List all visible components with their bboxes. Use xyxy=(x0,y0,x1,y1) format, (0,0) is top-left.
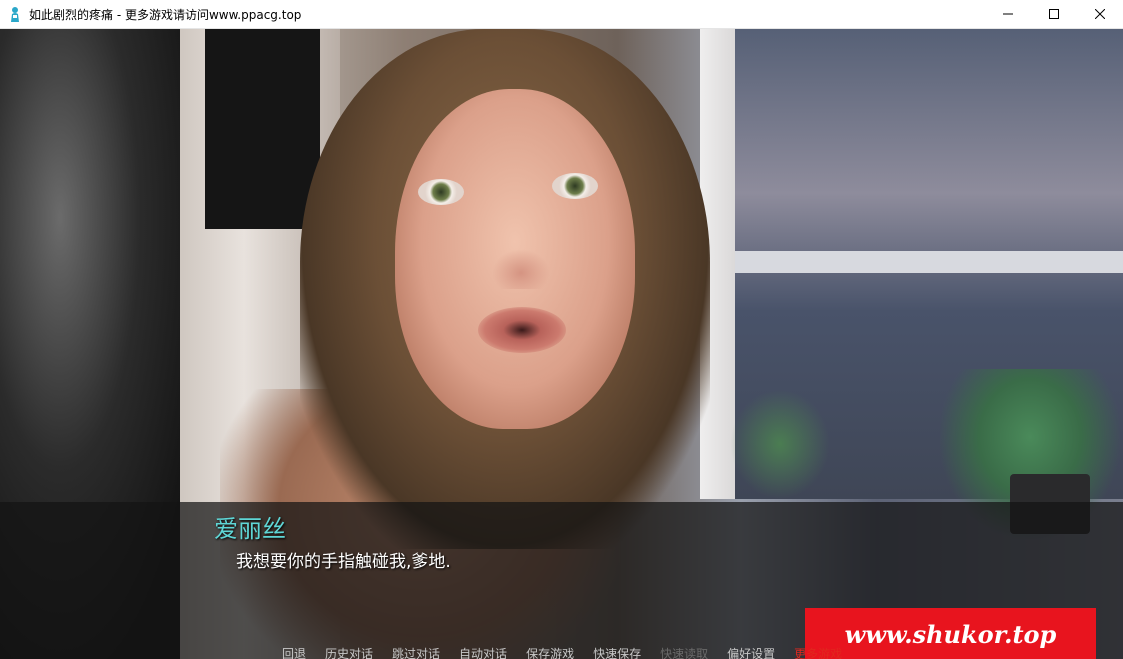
minimize-icon xyxy=(1003,9,1013,19)
quick-menu-history[interactable]: 历史对话 xyxy=(325,647,373,659)
quick-menu-rollback[interactable]: 回退 xyxy=(282,647,306,659)
game-window: 如此剧烈的疼痛 - 更多游戏请访问www.ppacg.top 爱丽丝 我想要你的… xyxy=(0,0,1123,659)
background-plant-left xyxy=(730,389,830,499)
quick-menu-auto[interactable]: 自动对话 xyxy=(459,647,507,659)
quick-menu-more-games[interactable]: 更多游戏 xyxy=(794,647,842,659)
dialogue-box[interactable]: 爱丽丝 我想要你的手指触碰我,爹地. www.shukor.top xyxy=(0,502,1123,659)
quick-menu-preferences[interactable]: 偏好设置 xyxy=(727,647,775,659)
watermark-text: www.shukor.top xyxy=(844,620,1057,649)
quick-menu-quick-save[interactable]: 快速保存 xyxy=(593,647,641,659)
quick-menu-save[interactable]: 保存游戏 xyxy=(526,647,574,659)
renpy-app-icon xyxy=(7,6,23,22)
close-icon xyxy=(1095,9,1105,19)
background-window-bar xyxy=(735,251,1123,273)
minimize-button[interactable] xyxy=(985,0,1031,28)
window-title: 如此剧烈的疼痛 - 更多游戏请访问www.ppacg.top xyxy=(29,7,302,22)
window-controls xyxy=(985,0,1123,28)
game-scene[interactable]: 爱丽丝 我想要你的手指触碰我,爹地. www.shukor.top 回退 历史对… xyxy=(0,29,1123,659)
quick-menu-quick-load[interactable]: 快速读取 xyxy=(660,647,708,659)
title-bar[interactable]: 如此剧烈的疼痛 - 更多游戏请访问www.ppacg.top xyxy=(0,0,1123,29)
close-button[interactable] xyxy=(1077,0,1123,28)
maximize-button[interactable] xyxy=(1031,0,1077,28)
character-nose xyxy=(492,249,550,289)
speaker-name: 爱丽丝 xyxy=(214,515,286,543)
background-tv xyxy=(205,29,320,229)
dialogue-text: 我想要你的手指触碰我,爹地. xyxy=(236,552,451,572)
maximize-icon xyxy=(1049,9,1059,19)
character-left-eye xyxy=(418,179,464,205)
character-right-eye xyxy=(552,173,598,199)
quick-menu: 回退 历史对话 跳过对话 自动对话 保存游戏 快速保存 快速读取 偏好设置 更多… xyxy=(282,647,861,659)
character-lips xyxy=(478,307,566,353)
quick-menu-skip[interactable]: 跳过对话 xyxy=(392,647,440,659)
